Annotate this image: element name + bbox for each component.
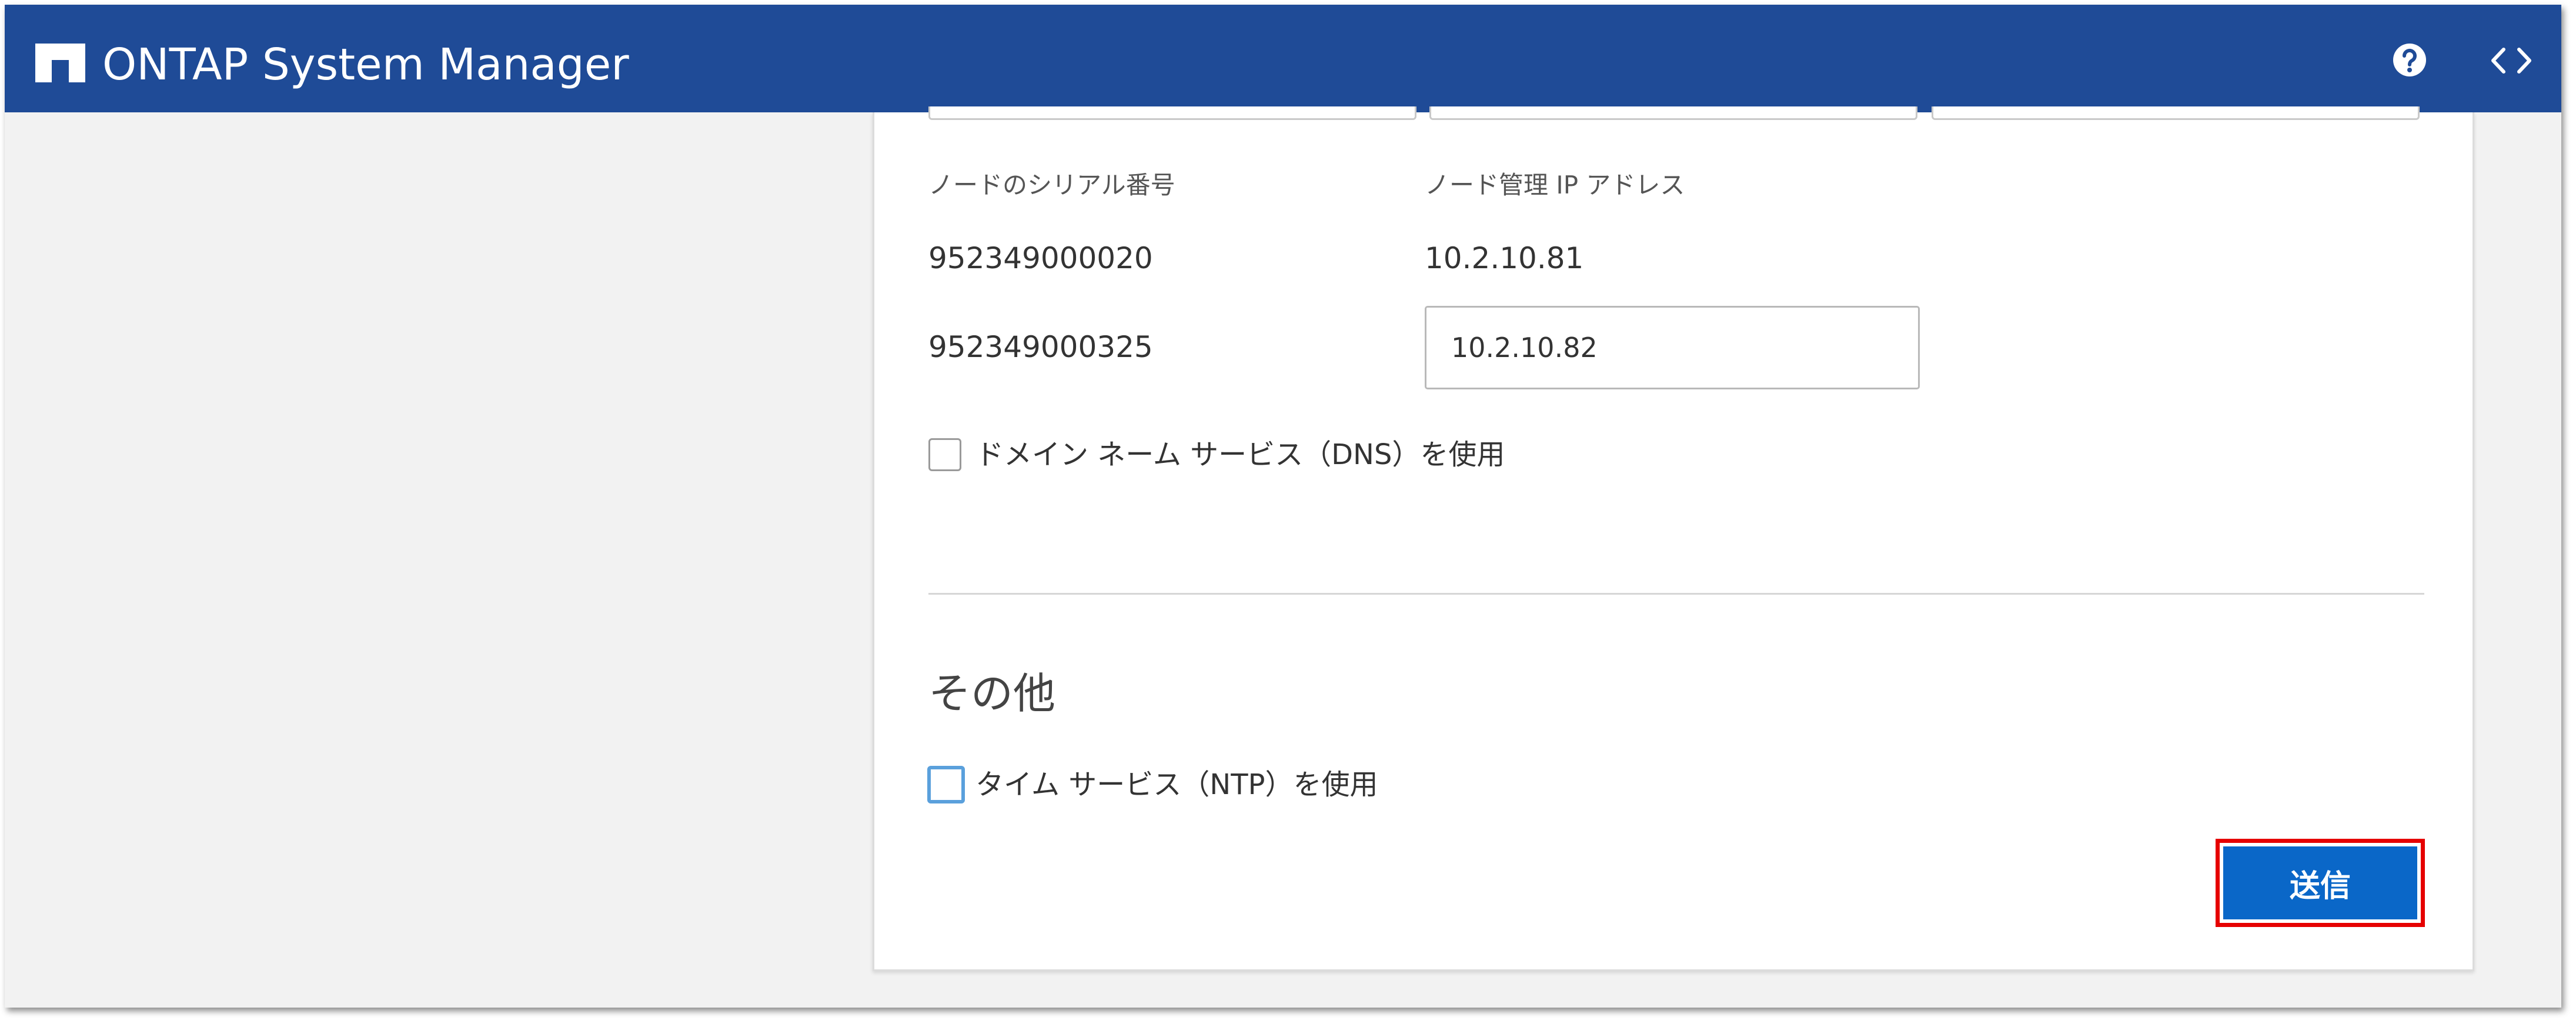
truncated-input-2[interactable] [1429,106,1917,120]
node-serial-1: 952349000020 [928,241,1153,275]
node-ip-2-input[interactable] [1425,306,1920,389]
truncated-input-3[interactable] [1932,106,2420,120]
serial-number-label: ノードのシリアル番号 [928,171,1175,199]
app-title: ONTAP System Manager [102,39,629,90]
node-serial-2: 952349000325 [928,330,1153,364]
app-header: ONTAP System Manager [5,5,2561,112]
truncated-input-1[interactable] [928,106,1416,120]
ntp-checkbox-label[interactable]: タイム サービス（NTP）を使用 [975,764,1378,805]
section-divider [928,593,2424,595]
setup-form-card: ノードのシリアル番号 ノード管理 IP アドレス 952349000020 10… [873,106,2474,971]
dns-checkbox[interactable] [928,438,961,471]
help-circle-icon[interactable] [2392,42,2427,78]
submit-highlight: 送信 [2216,839,2425,927]
ntp-checkbox[interactable] [927,766,965,803]
node-ip-1: 10.2.10.81 [1425,241,1584,275]
netapp-logo-icon [35,44,85,82]
other-section-title: その他 [928,669,1056,718]
app-window: ONTAP System Manager ノードのシリアル番号 ノード管理 IP… [5,5,2561,1008]
submit-button[interactable]: 送信 [2223,846,2417,919]
node-mgmt-ip-label: ノード管理 IP アドレス [1425,171,1685,199]
code-brackets-icon[interactable] [2491,47,2532,74]
dns-checkbox-label[interactable]: ドメイン ネーム サービス（DNS）を使用 [975,434,1505,475]
